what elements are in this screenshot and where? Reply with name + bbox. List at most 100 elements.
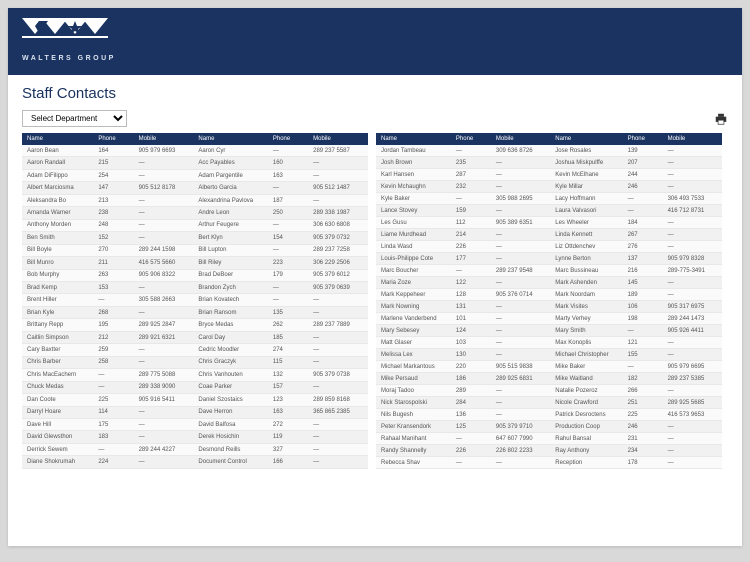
table-row[interactable]: Amanda Warner238—Andre Leon250289 338 19…	[22, 207, 368, 219]
table-row[interactable]: Aaron Bean164905 979 6693Aaron Cyr—289 2…	[22, 145, 368, 157]
table-row[interactable]: Mike Persaud186289 925 6831Mike Waitland…	[376, 373, 722, 385]
table-row[interactable]: Ben Smith152—Bert Klyn154905 379 0732	[22, 232, 368, 244]
table-row[interactable]: Anthony Morden248—Arthur Feugere—306 630…	[22, 219, 368, 231]
table-row[interactable]: Brian Kyle268—Brian Ransom135—	[22, 306, 368, 318]
table-row[interactable]: Chris MacEachern—289 775 5088Chris Vanho…	[22, 369, 368, 381]
table-row[interactable]: Louis-Philippe Cote177—Lynne Berton13790…	[376, 253, 722, 265]
table-row[interactable]: Cary Baxtter259—Cedric Moodler274—	[22, 344, 368, 356]
table-cell: 905 515 9838	[491, 361, 550, 373]
table-cell: 250	[268, 207, 308, 219]
table-row[interactable]: Aaron Randall215—Acc Payables160—	[22, 157, 368, 169]
table-row[interactable]: Randy Shannelly226226 802 2233Ray Anthon…	[376, 445, 722, 457]
table-cell: 905 317 6975	[663, 301, 722, 313]
table-cell: 905 379 0639	[308, 281, 368, 293]
col-header[interactable]: Phone	[268, 133, 308, 145]
table-row[interactable]: Dave Hill175—David Balfosa272—	[22, 418, 368, 430]
col-header[interactable]: Mobile	[663, 133, 722, 145]
table-cell: 416 575 5660	[134, 257, 194, 269]
table-row[interactable]: Bob Murphy263905 906 8322Brad DeBoer1799…	[22, 269, 368, 281]
table-cell: 905 389 6351	[491, 217, 550, 229]
table-row[interactable]: Adam DiFilippo254—Adam Pargentile163—	[22, 169, 368, 181]
table-row[interactable]: Dan Coote225905 916 5411Daniel Szostaics…	[22, 394, 368, 406]
table-row[interactable]: Brittany Repp195289 925 2847Bryce Medas2…	[22, 319, 368, 331]
table-row[interactable]: Diane Shokrumah224—Document Control166—	[22, 456, 368, 469]
table-row[interactable]: Chuck Medas—289 338 9090Coae Parker157—	[22, 381, 368, 393]
table-cell: 163	[268, 406, 308, 418]
table-cell: 647 607 7990	[491, 433, 550, 445]
table-row[interactable]: Rebecca Shav——Reception178—	[376, 457, 722, 469]
table-cell: 274	[268, 344, 308, 356]
table-row[interactable]: Bill Boyle270289 244 1598Bill Lupton—289…	[22, 244, 368, 256]
table-cell: 154	[268, 232, 308, 244]
table-cell: 416 712 8731	[663, 205, 722, 217]
table-row[interactable]: Kyle Baker—305 988 2695Lacy Hoffmann—306…	[376, 193, 722, 205]
table-cell: Dave Herron	[193, 406, 267, 418]
table-cell: —	[308, 431, 368, 443]
table-cell: 289 237 7258	[308, 244, 368, 256]
col-header[interactable]: Phone	[623, 133, 663, 145]
logo-text: WALTERS GROUP	[22, 55, 116, 62]
table-row[interactable]: Bill Munro211416 575 5660Bill Riley22330…	[22, 257, 368, 269]
table-cell: 178	[623, 457, 663, 469]
table-cell: —	[308, 194, 368, 206]
table-row[interactable]: Melissa Lex130—Michael Christopher155—	[376, 349, 722, 361]
table-row[interactable]: Mary Sebesey124—Mary Smith—905 926 4411	[376, 325, 722, 337]
table-row[interactable]: Kevin Mchaughn232—Kyle Millar246—	[376, 181, 722, 193]
table-row[interactable]: Moraj Tadoo289—Natalie Pozeroz266—	[376, 385, 722, 397]
table-row[interactable]: Chris Barber258—Chris Graczyk115—	[22, 356, 368, 368]
page-title: Staff Contacts	[22, 85, 728, 102]
table-row[interactable]: Nick Starospolski284—Nicole Crawford2512…	[376, 397, 722, 409]
col-header[interactable]: Phone	[93, 133, 133, 145]
table-cell: Michael Markantous	[376, 361, 451, 373]
table-cell: —	[134, 356, 194, 368]
table-row[interactable]: Mark Nowning131—Mark Visites106905 317 6…	[376, 301, 722, 313]
table-row[interactable]: David Glewsthon183—Derek Hosichin119—	[22, 431, 368, 443]
table-row[interactable]: Nils Bugesh136—Patrick Desroctens225416 …	[376, 409, 722, 421]
table-cell: 289 244 1473	[663, 313, 722, 325]
table-cell: 189	[623, 289, 663, 301]
table-cell: 163	[268, 169, 308, 181]
table-row[interactable]: Derrick Sewem—289 244 4227Desmond Reills…	[22, 443, 368, 455]
col-header[interactable]: Name	[22, 133, 93, 145]
table-row[interactable]: Peter Kransendork125905 379 9710Producti…	[376, 421, 722, 433]
table-row[interactable]: Jordan Tambeau—309 636 8726Jose Rosales1…	[376, 145, 722, 157]
table-cell: 276	[623, 241, 663, 253]
table-row[interactable]: Aleksandra Bo213—Alexandrina Pavlova187—	[22, 194, 368, 206]
table-row[interactable]: Albert Marciosma147905 512 8178Alberto G…	[22, 182, 368, 194]
table-row[interactable]: Marlene Vanderbend101—Marty Verhey198289…	[376, 313, 722, 325]
table-row[interactable]: Les Gusu112905 389 6351Les Wheeler184—	[376, 217, 722, 229]
table-row[interactable]: Mark Keppeheer128905 376 0714Mark Noorda…	[376, 289, 722, 301]
table-cell: Ben Smith	[22, 232, 93, 244]
table-cell: David Balfosa	[193, 418, 267, 430]
table-row[interactable]: Linda Wasd226—Liz Ottdenchev276—	[376, 241, 722, 253]
table-cell: Max Konoplis	[550, 337, 622, 349]
col-header[interactable]: Mobile	[308, 133, 368, 145]
table-row[interactable]: Marc Boucher—289 237 9548Marc Bussineau2…	[376, 265, 722, 277]
table-cell: —	[663, 385, 722, 397]
print-icon[interactable]	[714, 113, 728, 125]
table-row[interactable]: Josh Brown235—Joshua Miskpulffe207—	[376, 157, 722, 169]
table-row[interactable]: Brad Kemp153—Brandon Zych—905 379 0639	[22, 281, 368, 293]
col-header[interactable]: Mobile	[491, 133, 550, 145]
col-header[interactable]: Name	[376, 133, 451, 145]
col-header[interactable]: Phone	[451, 133, 491, 145]
table-row[interactable]: Rahaal Manihant—647 607 7990Rahul Bansal…	[376, 433, 722, 445]
col-header[interactable]: Name	[550, 133, 622, 145]
table-row[interactable]: Michael Markantous220905 515 9838Mike Ba…	[376, 361, 722, 373]
table-row[interactable]: Lance Stovey159—Laura Valvasori—416 712 …	[376, 205, 722, 217]
table-cell: 224	[93, 456, 133, 469]
table-row[interactable]: Liame Murdhead214—Linda Kennett267—	[376, 229, 722, 241]
table-cell: Reception	[550, 457, 622, 469]
table-row[interactable]: Caitlin Simpson212289 921 6321Carol Day1…	[22, 331, 368, 343]
col-header[interactable]: Mobile	[134, 133, 194, 145]
table-row[interactable]: Darryl Hoare114—Dave Herron163365 865 23…	[22, 406, 368, 418]
col-header[interactable]: Name	[193, 133, 267, 145]
department-select[interactable]: Select Department	[22, 110, 127, 127]
table-cell: Mark Ashenden	[550, 277, 622, 289]
table-cell: 139	[623, 145, 663, 157]
table-row[interactable]: Matt Glaser103—Max Konoplis121—	[376, 337, 722, 349]
table-row[interactable]: Brent Hiller—305 588 2663Brian Kovatech—…	[22, 294, 368, 306]
table-row[interactable]: Maria Zoze122—Mark Ashenden145—	[376, 277, 722, 289]
table-row[interactable]: Karl Hansen287—Kevin McElhane244—	[376, 169, 722, 181]
table-cell: 289-775-3491	[663, 265, 722, 277]
